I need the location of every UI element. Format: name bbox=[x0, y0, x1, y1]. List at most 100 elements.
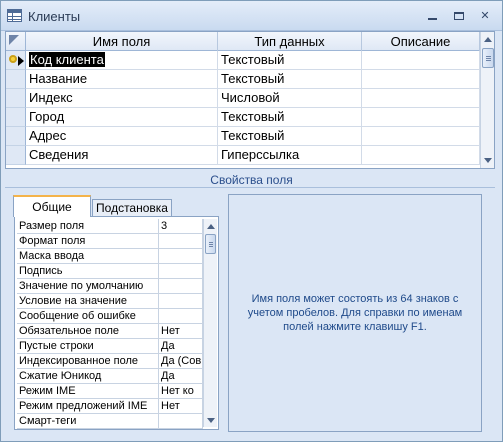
field-properties-label: Свойства поля bbox=[210, 173, 293, 187]
properties-list: Размер поля 3 Формат поля Маска ввода Под… bbox=[14, 216, 219, 430]
property-value[interactable]: Нет ко bbox=[159, 384, 203, 399]
grid-scrollbar[interactable] bbox=[480, 32, 494, 168]
property-name: Размер поля bbox=[17, 219, 159, 234]
property-row[interactable]: Подпись bbox=[17, 264, 203, 279]
description-cell[interactable] bbox=[362, 108, 480, 127]
table-icon bbox=[7, 9, 22, 22]
description-cell[interactable] bbox=[362, 51, 480, 70]
maximize-button[interactable] bbox=[450, 8, 468, 24]
property-row[interactable]: Сообщение об ошибке bbox=[17, 309, 203, 324]
field-name-cell[interactable]: Адрес bbox=[26, 127, 218, 146]
field-name-cell[interactable]: Индекс bbox=[26, 89, 218, 108]
properties-tabs: Общие Подстановка Размер поля 3 Формат по… bbox=[10, 195, 222, 433]
property-name: Значение по умолчанию bbox=[17, 279, 159, 294]
data-type-cell[interactable]: Текстовый bbox=[218, 127, 362, 146]
property-row[interactable]: Размер поля 3 bbox=[17, 219, 203, 234]
property-value[interactable] bbox=[159, 279, 203, 294]
field-name-cell[interactable]: Город bbox=[26, 108, 218, 127]
field-name-cell[interactable]: Сведения bbox=[26, 146, 218, 165]
property-value[interactable] bbox=[159, 249, 203, 264]
description-cell[interactable] bbox=[362, 127, 480, 146]
divider bbox=[5, 187, 495, 188]
column-header-description[interactable]: Описание bbox=[362, 32, 480, 51]
table-row[interactable]: Сведения Гиперссылка bbox=[6, 146, 480, 165]
property-value[interactable]: 3 bbox=[159, 219, 203, 234]
property-name: Сжатие Юникод bbox=[17, 369, 159, 384]
table-row[interactable]: Адрес Текстовый bbox=[6, 127, 480, 146]
property-name: Пустые строки bbox=[17, 339, 159, 354]
row-selector[interactable] bbox=[6, 70, 26, 89]
property-row[interactable]: Значение по умолчанию bbox=[17, 279, 203, 294]
key-icon bbox=[8, 54, 24, 67]
minimize-button[interactable] bbox=[424, 8, 442, 24]
column-header-data-type[interactable]: Тип данных bbox=[218, 32, 362, 51]
property-row[interactable]: Условие на значение bbox=[17, 294, 203, 309]
property-row[interactable]: Смарт-теги bbox=[17, 414, 203, 429]
scroll-thumb[interactable] bbox=[205, 234, 216, 254]
data-type-cell[interactable]: Текстовый bbox=[218, 51, 362, 70]
data-type-cell[interactable]: Числовой bbox=[218, 89, 362, 108]
row-selector[interactable] bbox=[6, 146, 26, 165]
property-name: Сообщение об ошибке bbox=[17, 309, 159, 324]
property-value[interactable]: Да bbox=[159, 369, 203, 384]
help-text: Имя поля может состоять из 64 знаков с у… bbox=[247, 293, 463, 333]
description-cell[interactable] bbox=[362, 89, 480, 108]
tab-lookup[interactable]: Подстановка bbox=[92, 199, 172, 216]
title-bar[interactable]: Клиенты ✕ bbox=[1, 1, 502, 31]
scroll-up-icon[interactable] bbox=[207, 224, 215, 229]
property-value[interactable] bbox=[159, 294, 203, 309]
description-cell[interactable] bbox=[362, 70, 480, 89]
row-selector[interactable] bbox=[6, 51, 26, 70]
close-button[interactable]: ✕ bbox=[476, 8, 494, 24]
table-row[interactable]: Город Текстовый bbox=[6, 108, 480, 127]
property-name: Режим IME bbox=[17, 384, 159, 399]
data-type-cell[interactable]: Текстовый bbox=[218, 108, 362, 127]
row-selector[interactable] bbox=[6, 108, 26, 127]
property-row[interactable]: Обязательное поле Нет bbox=[17, 324, 203, 339]
tab-general[interactable]: Общие bbox=[13, 195, 91, 217]
window-title: Клиенты bbox=[28, 9, 81, 24]
property-value[interactable]: Нет bbox=[159, 324, 203, 339]
property-value[interactable]: Нет bbox=[159, 399, 203, 414]
property-name: Индексированное поле bbox=[17, 354, 159, 369]
property-row[interactable]: Сжатие Юникод Да bbox=[17, 369, 203, 384]
table-row[interactable]: Индекс Числовой bbox=[6, 89, 480, 108]
property-value[interactable] bbox=[159, 234, 203, 249]
property-name: Условие на значение bbox=[17, 294, 159, 309]
row-selector[interactable] bbox=[6, 127, 26, 146]
property-value[interactable] bbox=[159, 309, 203, 324]
table-row[interactable]: Название Текстовый bbox=[6, 70, 480, 89]
description-cell[interactable] bbox=[362, 146, 480, 165]
table-design-window: Клиенты ✕ Имя поля Тип данных Описание К… bbox=[0, 0, 503, 442]
scroll-thumb[interactable] bbox=[482, 48, 494, 68]
column-header-field-name[interactable]: Имя поля bbox=[26, 32, 218, 51]
row-selector[interactable] bbox=[6, 89, 26, 108]
properties-scrollbar[interactable] bbox=[203, 219, 217, 427]
field-name-cell[interactable]: Код клиента bbox=[26, 51, 218, 70]
property-value[interactable]: Да (Сов bbox=[159, 354, 203, 369]
data-type-cell[interactable]: Текстовый bbox=[218, 70, 362, 89]
scroll-up-icon[interactable] bbox=[484, 37, 492, 42]
select-all-button[interactable] bbox=[6, 32, 26, 51]
property-row[interactable]: Формат поля bbox=[17, 234, 203, 249]
scroll-down-icon[interactable] bbox=[484, 158, 492, 163]
data-type-cell[interactable]: Гиперссылка bbox=[218, 146, 362, 165]
property-name: Смарт-теги bbox=[17, 414, 159, 429]
property-row[interactable]: Пустые строки Да bbox=[17, 339, 203, 354]
table-row[interactable]: Код клиента Текстовый bbox=[6, 51, 480, 70]
scroll-down-icon[interactable] bbox=[207, 418, 215, 423]
property-name: Маска ввода bbox=[17, 249, 159, 264]
property-row[interactable]: Индексированное поле Да (Сов bbox=[17, 354, 203, 369]
property-name: Обязательное поле bbox=[17, 324, 159, 339]
property-row[interactable]: Режим IME Нет ко bbox=[17, 384, 203, 399]
property-value[interactable] bbox=[159, 414, 203, 429]
help-panel: Имя поля может состоять из 64 знаков с у… bbox=[228, 194, 482, 432]
property-row[interactable]: Маска ввода bbox=[17, 249, 203, 264]
field-name-cell[interactable]: Название bbox=[26, 70, 218, 89]
property-value[interactable]: Да bbox=[159, 339, 203, 354]
property-row[interactable]: Режим предложений IME Нет bbox=[17, 399, 203, 414]
arrow-right-icon bbox=[18, 56, 24, 66]
field-grid: Имя поля Тип данных Описание Код клиента… bbox=[5, 31, 495, 169]
property-value[interactable] bbox=[159, 264, 203, 279]
property-name: Формат поля bbox=[17, 234, 159, 249]
